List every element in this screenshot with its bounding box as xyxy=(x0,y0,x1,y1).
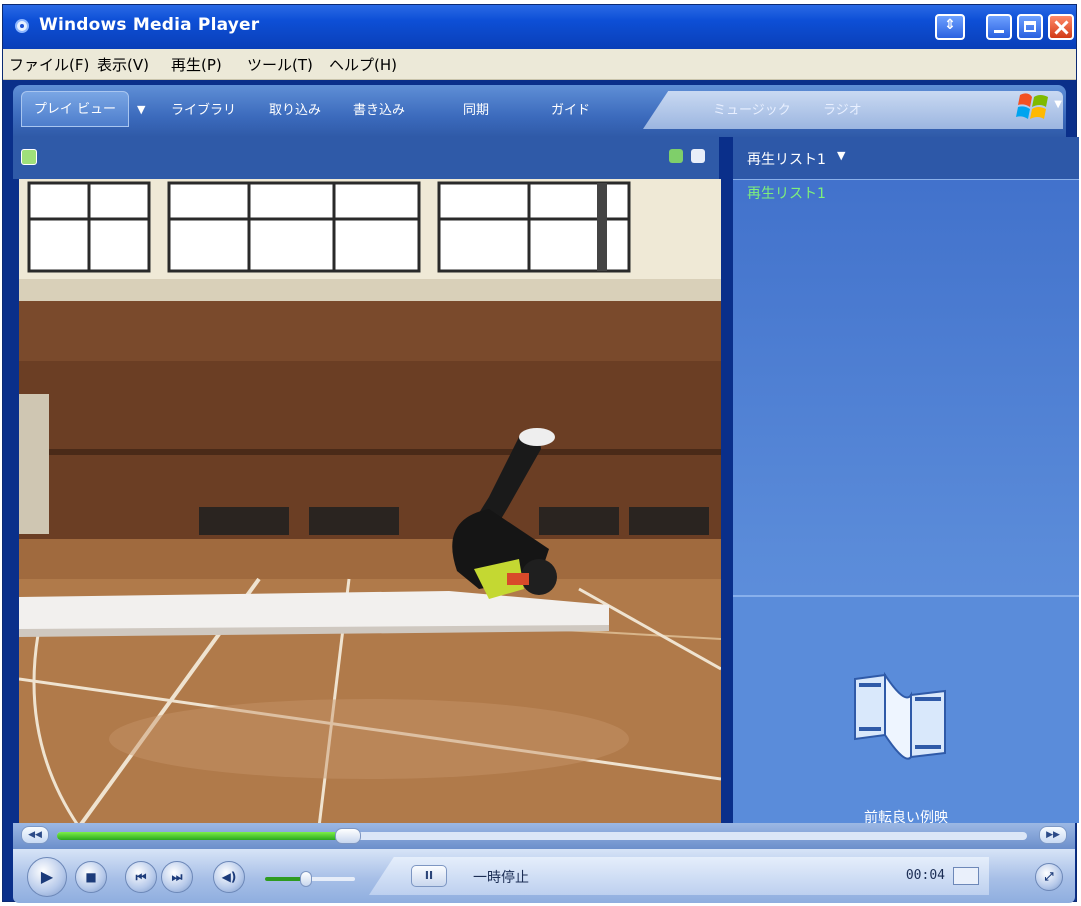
mute-button[interactable]: ◀) xyxy=(213,861,245,893)
playback-controls: ▶ ■ ⏮ ⏭ ◀) II 一時停止 00:04 ⤢ xyxy=(13,849,1075,903)
volume-slider[interactable] xyxy=(265,871,355,887)
close-icon xyxy=(1050,16,1072,38)
main-content: 再生リスト1 ▼ 再生リスト1 前転良い例映 xyxy=(13,137,1079,827)
play-button[interactable]: ▶ xyxy=(27,857,67,897)
mini-player-icon[interactable] xyxy=(953,867,979,885)
minimize-button[interactable] xyxy=(986,14,1012,40)
media-player-window: Windows Media Player ファイル(F) 表示(V) 再生(P)… xyxy=(2,4,1079,903)
menu-tools[interactable]: ツール(T) xyxy=(247,54,313,75)
tab-library[interactable]: ライブラリ xyxy=(171,99,236,118)
title-bar[interactable]: Windows Media Player xyxy=(3,5,1076,49)
close-button[interactable] xyxy=(1048,14,1074,40)
maximize-button[interactable] xyxy=(1017,14,1043,40)
window-title: Windows Media Player xyxy=(39,15,260,35)
status-area: II 一時停止 00:04 xyxy=(369,857,989,895)
seek-slider-thumb[interactable] xyxy=(335,828,361,844)
skin-mode-icon xyxy=(937,16,963,38)
fullscreen-button[interactable]: ⤢ xyxy=(1035,863,1063,891)
seek-bar-area: ◀◀ ▶▶ xyxy=(13,823,1075,849)
seek-track[interactable] xyxy=(57,828,1027,844)
pause-button[interactable]: II xyxy=(411,865,447,887)
playlist-title[interactable]: 再生リスト1 xyxy=(747,149,826,169)
now-playing-dropdown-icon[interactable]: ▼ xyxy=(137,103,145,116)
app-icon xyxy=(15,19,29,33)
menu-play[interactable]: 再生(P) xyxy=(171,54,222,75)
menu-help[interactable]: ヘルプ(H) xyxy=(329,54,397,75)
tab-guide[interactable]: ガイド xyxy=(551,99,590,118)
next-button[interactable]: ⏭ xyxy=(161,861,193,893)
video-frame-gym-scene xyxy=(19,179,721,827)
tab-burn[interactable]: 書き込み xyxy=(353,99,405,118)
tab-rip[interactable]: 取り込み xyxy=(269,99,321,118)
windows-logo-icon[interactable] xyxy=(1014,91,1052,123)
elapsed-time: 00:04 xyxy=(905,868,945,883)
online-store-tabs: ミュージック ラジオ xyxy=(643,91,1063,129)
tab-sync[interactable]: 同期 xyxy=(463,99,489,118)
playlist-item[interactable]: 再生リスト1 xyxy=(747,183,826,203)
previous-button[interactable]: ⏮ xyxy=(125,861,157,893)
switch-to-skin-mode-button[interactable] xyxy=(935,14,965,40)
album-art-area: 前転良い例映 xyxy=(733,597,1079,826)
seek-back-button[interactable]: ◀◀ xyxy=(21,826,49,844)
seek-progress-fill xyxy=(57,832,348,840)
menu-view[interactable]: 表示(V) xyxy=(97,54,149,75)
tab-music[interactable]: ミュージック xyxy=(713,99,791,118)
maximize-icon xyxy=(1019,16,1041,38)
volume-slider-thumb[interactable] xyxy=(299,871,312,887)
stop-button[interactable]: ■ xyxy=(75,861,107,893)
menu-bar: ファイル(F) 表示(V) 再生(P) ツール(T) ヘルプ(H) xyxy=(3,49,1076,80)
show-menu-icon[interactable] xyxy=(21,149,37,165)
feature-taskbar: プレイ ビュー ▼ ライブラリ 取り込み 書き込み 同期 ガイド ミュージック … xyxy=(13,85,1066,137)
visualization-icon[interactable] xyxy=(691,149,705,163)
video-display[interactable] xyxy=(19,179,721,827)
film-strip-icon xyxy=(854,671,946,760)
shuffle-icon[interactable] xyxy=(669,149,683,163)
playlist-dropdown-icon[interactable]: ▼ xyxy=(837,149,845,162)
minimize-icon xyxy=(988,16,1010,38)
playback-status-text: 一時停止 xyxy=(473,870,529,886)
menu-file[interactable]: ファイル(F) xyxy=(9,54,89,75)
logo-dropdown-icon[interactable]: ▼ xyxy=(1054,99,1062,110)
tab-now-playing[interactable]: プレイ ビュー xyxy=(21,91,129,127)
playlist-header[interactable]: 再生リスト1 ▼ xyxy=(733,137,1079,180)
playlist-pane: 再生リスト1 ▼ 再生リスト1 前転良い例映 xyxy=(733,137,1079,826)
video-header xyxy=(13,137,719,179)
tab-radio[interactable]: ラジオ xyxy=(823,99,862,118)
seek-forward-button[interactable]: ▶▶ xyxy=(1039,826,1067,844)
